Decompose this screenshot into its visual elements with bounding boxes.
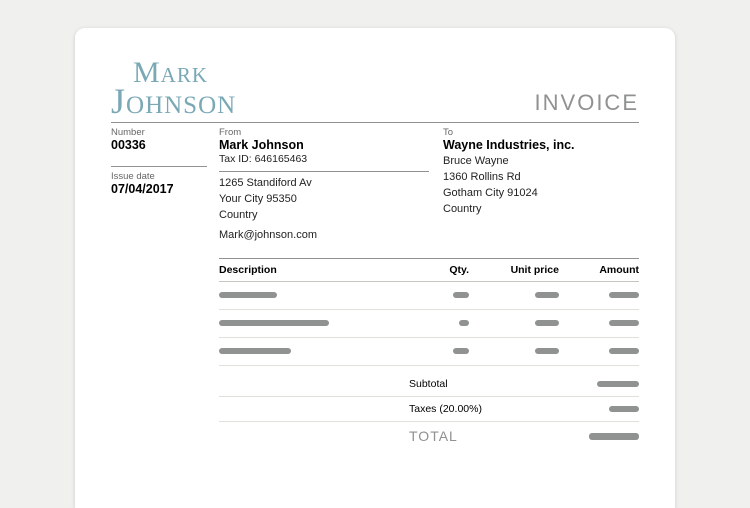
logo: Mark Johnson	[111, 60, 236, 116]
from-tax-id: Tax ID: 646165463	[219, 153, 429, 172]
line-item	[219, 338, 639, 366]
from-name: Mark Johnson	[219, 138, 429, 153]
from-address2: Your City 95350	[219, 192, 429, 208]
line-item	[219, 310, 639, 338]
placeholder-bar	[535, 320, 559, 326]
total-label: TOTAL	[409, 428, 559, 444]
placeholder-bar	[219, 348, 291, 354]
placeholder-bar	[219, 292, 277, 298]
to-address1: 1360 Rollins Rd	[443, 170, 639, 186]
totals-block: Subtotal Taxes (20.00%) TOTAL	[219, 372, 639, 450]
total-row: TOTAL	[219, 422, 639, 450]
subtotal-label: Subtotal	[409, 378, 559, 390]
line-items-table: Description Qty. Unit price Amount	[219, 258, 639, 366]
line-item	[219, 282, 639, 310]
placeholder-bar	[609, 292, 639, 298]
header: Mark Johnson INVOICE	[111, 60, 639, 116]
taxes-row: Taxes (20.00%)	[219, 397, 639, 422]
issue-date-value: 07/04/2017	[111, 182, 207, 202]
logo-line2: Johnson	[111, 86, 236, 117]
placeholder-bar	[453, 348, 469, 354]
to-country: Country	[443, 202, 639, 218]
placeholder-bar	[453, 292, 469, 298]
placeholder-bar	[535, 348, 559, 354]
col-unit-price: Unit price	[469, 264, 559, 276]
invoice-sheet: Mark Johnson INVOICE Number 00336 Issue …	[75, 28, 675, 508]
from-email: Mark@johnson.com	[219, 228, 429, 244]
taxes-label: Taxes (20.00%)	[409, 403, 559, 415]
placeholder-bar	[609, 348, 639, 354]
meta-row: Number 00336 Issue date 07/04/2017 From …	[111, 122, 639, 244]
from-address1: 1265 Standiford Av	[219, 176, 429, 192]
placeholder-bar	[459, 320, 469, 326]
placeholder-bar	[219, 320, 329, 326]
number-value: 00336	[111, 138, 207, 158]
col-description: Description	[219, 264, 409, 276]
items-header: Description Qty. Unit price Amount	[219, 258, 639, 282]
to-name: Wayne Industries, inc.	[443, 138, 639, 154]
number-label: Number	[111, 123, 207, 138]
placeholder-bar	[589, 433, 639, 440]
to-address2: Gotham City 91024	[443, 186, 639, 202]
from-label: From	[219, 123, 429, 138]
to-label: To	[443, 123, 639, 138]
subtotal-row: Subtotal	[219, 372, 639, 397]
placeholder-bar	[609, 406, 639, 412]
from-country: Country	[219, 208, 429, 224]
to-contact: Bruce Wayne	[443, 154, 639, 170]
placeholder-bar	[597, 381, 639, 387]
placeholder-bar	[609, 320, 639, 326]
placeholder-bar	[535, 292, 559, 298]
col-qty: Qty.	[409, 264, 469, 276]
document-title: INVOICE	[535, 90, 639, 116]
col-amount: Amount	[559, 264, 639, 276]
issue-date-label: Issue date	[111, 167, 207, 182]
